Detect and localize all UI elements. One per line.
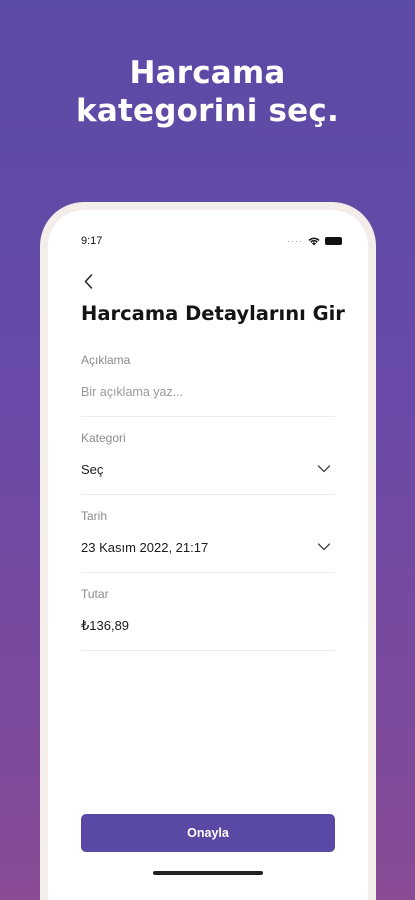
promo-headline-line2: kategorini seç. (76, 93, 339, 129)
wifi-icon (308, 237, 320, 245)
signal-icon: ···· (287, 236, 303, 246)
description-label: Açıklama (81, 353, 131, 367)
date-value: 23 Kasım 2022, 21:17 (81, 540, 209, 555)
back-button[interactable] (78, 270, 98, 292)
category-field[interactable]: Kategori Seç (81, 431, 335, 495)
home-indicator (153, 871, 263, 875)
confirm-button[interactable]: Onayla (81, 814, 335, 852)
page-title: Harcama Detaylarını Gir (81, 302, 345, 325)
description-input[interactable] (81, 381, 335, 403)
amount-label: Tutar (81, 587, 109, 601)
category-label: Kategori (81, 431, 126, 445)
date-field[interactable]: Tarih 23 Kasım 2022, 21:17 (81, 509, 335, 573)
description-field: Açıklama (81, 353, 335, 417)
chevron-down-icon (317, 543, 331, 551)
phone-frame: 9:17 ···· Harcama Detaylarını Gir Açıkla… (40, 202, 376, 900)
status-bar: 9:17 ···· (81, 234, 342, 248)
chevron-down-icon (317, 465, 331, 473)
status-time: 9:17 (81, 235, 103, 247)
category-value: Seç (81, 462, 104, 477)
promo-headline: Harcama kategorini seç. (0, 54, 415, 130)
amount-value: ₺136,89 (81, 618, 130, 633)
battery-icon (325, 237, 342, 245)
amount-field[interactable]: Tutar ₺136,89 (81, 587, 335, 651)
chevron-left-icon (84, 273, 92, 289)
app-screen: 9:17 ···· Harcama Detaylarını Gir Açıkla… (48, 210, 368, 900)
status-icons: ···· (287, 236, 342, 246)
promo-headline-line1: Harcama (129, 55, 286, 91)
date-label: Tarih (81, 509, 108, 523)
